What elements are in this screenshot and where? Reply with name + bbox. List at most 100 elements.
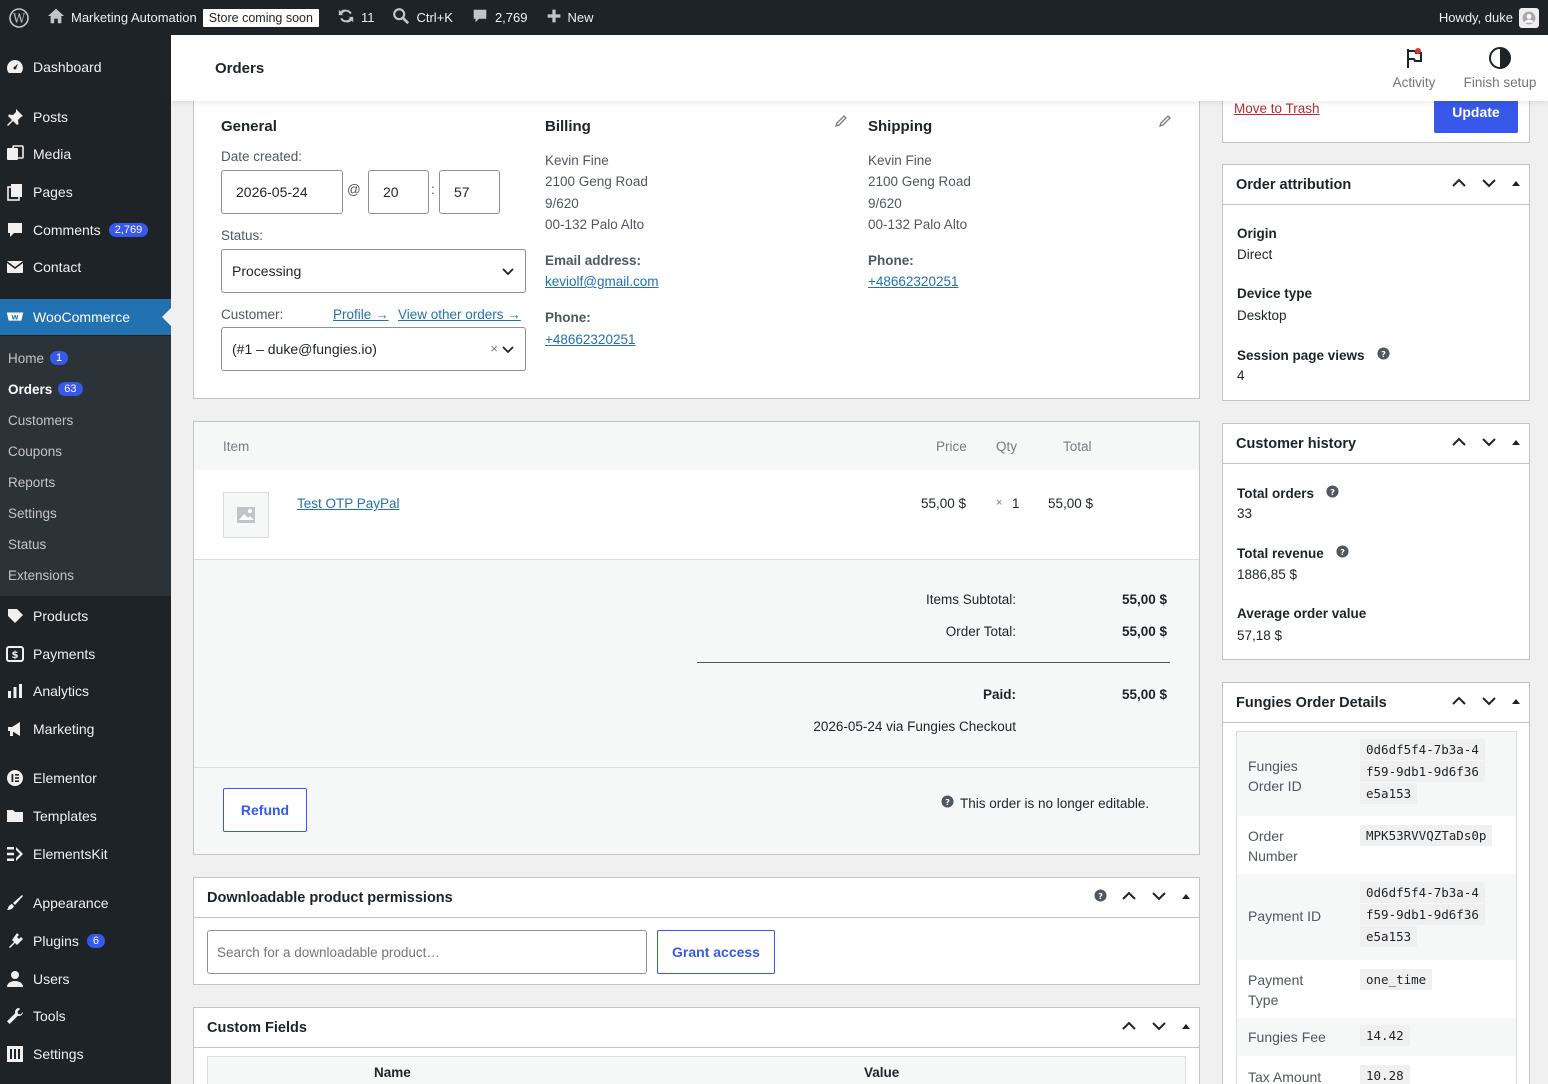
billing-email-link[interactable]: keviolf@gmail.com [545,274,658,289]
view-other-orders-link[interactable]: View other orders → [398,307,521,322]
help-icon[interactable]: ? [1377,347,1390,363]
menu-woocommerce[interactable]: W WooCommerce [0,299,171,335]
wordpress-logo-icon[interactable]: W [0,0,38,35]
billing-phone-link[interactable]: +48662320251 [545,332,635,347]
product-name-link[interactable]: Test OTP PayPal [297,496,400,511]
menu-templates[interactable]: Templates [0,798,171,834]
clear-icon[interactable]: × [490,341,498,356]
hour-input[interactable]: 20 [368,170,429,214]
average-order-value: 57,18 $ [1237,628,1283,643]
menu-settings[interactable]: Settings [0,1036,171,1072]
date-created-input[interactable]: 2026-05-24 [221,170,343,214]
status-select[interactable]: Processing [221,249,526,293]
menu-dashboard[interactable]: Dashboard [0,49,171,85]
menu-posts[interactable]: Posts [0,99,171,135]
customer-profile-link[interactable]: Profile → [333,307,389,322]
edit-billing-pencil-icon[interactable] [834,114,848,131]
finish-setup-button[interactable]: Finish setup [1459,45,1541,90]
plus-icon [546,8,562,27]
table-row: Fungies Fee 14.42 [1237,1018,1516,1056]
move-up-chevron-icon[interactable] [1121,1018,1137,1038]
move-down-chevron-icon[interactable] [1151,888,1167,908]
move-up-chevron-icon[interactable] [1451,175,1467,195]
comments-link[interactable]: 2,769 [462,0,537,35]
my-account[interactable]: Howdy, duke [1430,0,1548,35]
chevron-down-icon [501,342,515,356]
command-search[interactable]: Ctrl+K [383,0,461,35]
collapse-triangle-icon[interactable] [1181,1020,1191,1036]
new-content-link[interactable]: New [537,0,603,35]
menu-marketing-label: Marketing [33,721,95,737]
menu-analytics[interactable]: Analytics [0,673,171,709]
fungies-details-table: Fungies Order ID 0d6df5f4-7b3a-4f59-9db1… [1236,731,1517,1084]
move-down-chevron-icon[interactable] [1481,693,1497,713]
menu-products[interactable]: Products [0,598,171,634]
settings-icon [5,1044,25,1064]
menu-plugins[interactable]: Plugins 6 [0,923,171,959]
help-icon[interactable]: ? [1326,485,1339,501]
move-up-chevron-icon[interactable] [1121,888,1137,908]
payment-id-label: Payment ID [1248,908,1322,924]
menu-comments[interactable]: Comments 2,769 [0,212,171,248]
submenu-customers[interactable]: Customers [8,410,73,430]
home-badge: 1 [50,351,69,365]
menu-appearance[interactable]: Appearance [0,885,171,921]
menu-marketing[interactable]: Marketing [0,711,171,747]
submenu-status[interactable]: Status [8,534,46,554]
products-icon [5,606,25,626]
submenu-settings[interactable]: Settings [8,503,57,523]
site-name-link[interactable]: Marketing Automation Store coming soon [38,0,328,35]
page-title: Orders [215,60,265,77]
activity-button[interactable]: Activity [1377,45,1451,90]
total-orders-row: Total orders ? [1237,485,1339,501]
minute-input[interactable]: 57 [439,170,500,214]
help-icon[interactable]: ? [1094,889,1107,906]
updates-link[interactable]: 11 [328,0,384,35]
submenu-extensions[interactable]: Extensions [8,565,74,585]
menu-products-label: Products [33,608,89,624]
grant-access-button[interactable]: Grant access [657,930,775,974]
submenu-reports[interactable]: Reports [8,472,55,492]
collapse-triangle-icon[interactable] [1511,695,1521,711]
menu-elementor[interactable]: Elementor [0,760,171,796]
move-up-chevron-icon[interactable] [1451,693,1467,713]
actions-divider [194,767,1199,768]
order-attribution-title: Order attribution [1236,176,1352,193]
item-qty: 1 [1012,496,1020,511]
menu-users[interactable]: Users [0,961,171,997]
menu-templates-label: Templates [33,808,97,824]
move-down-chevron-icon[interactable] [1151,1018,1167,1038]
move-to-trash-link[interactable]: Move to Trash [1234,101,1320,116]
customer-select[interactable]: (#1 – duke@fungies.io) × [221,327,526,371]
collapse-triangle-icon[interactable] [1511,436,1521,452]
menu-contact[interactable]: Contact [0,249,171,285]
subtotal-value: 55,00 $ [1121,592,1167,607]
store-coming-soon-badge[interactable]: Store coming soon [202,8,319,27]
elementskit-icon [5,844,25,864]
move-up-chevron-icon[interactable] [1451,434,1467,454]
payment-id-text: 0d6df5f4-7b3a-4f59-9db1-9d6f36e5a153 [1360,882,1485,947]
fungies-order-details-title: Fungies Order Details [1236,694,1387,711]
menu-payments[interactable]: $ Payments [0,636,171,672]
menu-media[interactable]: Media [0,136,171,172]
edit-shipping-pencil-icon[interactable] [1158,114,1172,131]
menu-pages[interactable]: Pages [0,174,171,210]
refund-button[interactable]: Refund [223,788,307,832]
submenu-coupons[interactable]: Coupons [8,441,62,461]
table-row: Tax Amount 10.28 [1237,1056,1516,1084]
submenu-orders[interactable]: Orders 63 [8,379,83,399]
shipping-phone-link[interactable]: +48662320251 [868,274,958,289]
downloadable-product-search-input[interactable] [207,930,647,974]
submenu-home[interactable]: Home 1 [8,348,69,368]
help-icon[interactable]: ? [1336,545,1349,561]
menu-elementskit[interactable]: ElementsKit [0,836,171,872]
collapse-triangle-icon[interactable] [1511,177,1521,193]
site-name: Marketing Automation [71,10,197,25]
collapse-triangle-icon[interactable] [1181,890,1191,906]
total-orders-value: 33 [1237,506,1253,521]
menu-posts-label: Posts [33,109,69,125]
move-down-chevron-icon[interactable] [1481,434,1497,454]
menu-appearance-label: Appearance [33,895,109,911]
move-down-chevron-icon[interactable] [1481,175,1497,195]
menu-tools[interactable]: Tools [0,998,171,1034]
